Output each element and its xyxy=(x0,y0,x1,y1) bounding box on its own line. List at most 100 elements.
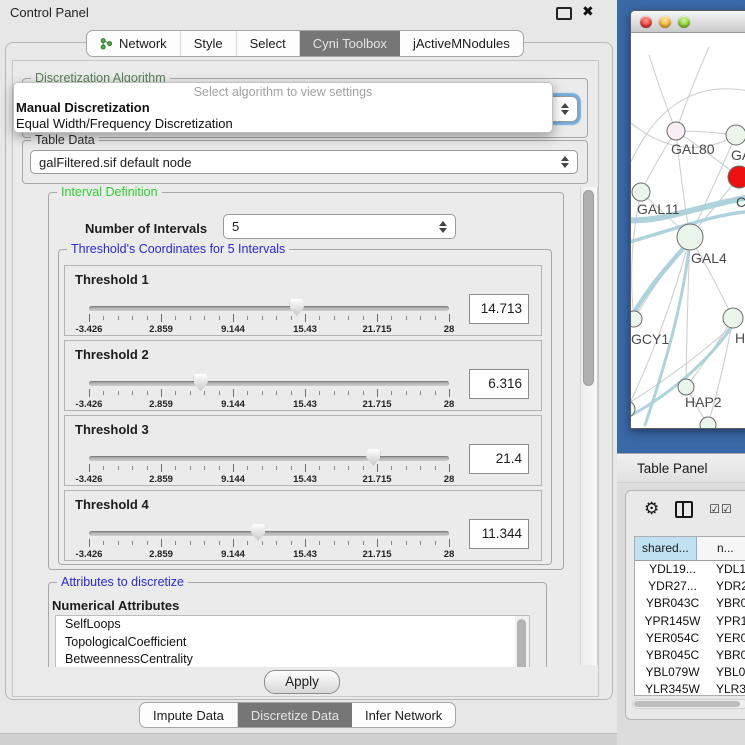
table-row[interactable]: YDL19...YDL1 xyxy=(635,561,745,578)
attributes-scrollbar[interactable] xyxy=(515,616,529,674)
split-columns-icon[interactable] xyxy=(675,501,693,518)
threshold-4-value-field[interactable]: 11.344 xyxy=(469,519,529,549)
tick-mark xyxy=(449,314,450,322)
slider-ticks xyxy=(89,389,449,398)
threshold-1-value-field[interactable]: 14.713 xyxy=(469,294,529,324)
network-window-titlebar[interactable] xyxy=(631,11,745,33)
tick-mark xyxy=(132,466,133,470)
network-node-c[interactable] xyxy=(728,166,745,188)
algorithm-dropdown-popup: Select algorithm to view settings Manual… xyxy=(13,82,553,133)
apply-button[interactable]: Apply xyxy=(264,670,340,694)
tab-label: Select xyxy=(250,36,286,51)
tick-mark xyxy=(348,391,349,395)
table-row[interactable]: YBR043CYBR0 xyxy=(635,595,745,612)
table-row[interactable]: YBR045CYBR0 xyxy=(635,647,745,664)
table-row[interactable]: YPR145WYPR1 xyxy=(635,613,745,630)
network-node-gcy1[interactable] xyxy=(631,311,642,327)
settings-scrollbar-thumb[interactable] xyxy=(583,190,594,386)
right-side: GAL80GACGAL11GAL4GCY1HHAP2 Table Panel ⚙… xyxy=(617,0,745,745)
tick-mark xyxy=(435,316,436,320)
threshold-4-box: Threshold 4-3.4262.8599.14415.4321.71528… xyxy=(64,490,542,561)
slider-track[interactable] xyxy=(89,381,449,386)
network-canvas[interactable]: GAL80GACGAL11GAL4GCY1HHAP2 xyxy=(631,33,745,428)
cell-shared-name: YER054C xyxy=(635,630,710,647)
network-node-ga[interactable] xyxy=(726,125,745,145)
network-node-gal4[interactable] xyxy=(677,224,703,250)
numerical-attributes-list[interactable]: SelfLoopsTopologicalCoefficientBetweenne… xyxy=(55,615,530,675)
tab-cyni-toolbox[interactable]: Cyni Toolbox xyxy=(300,31,400,56)
algorithm-item-manual-discretization[interactable]: Manual Discretization xyxy=(14,100,552,116)
tick-mark xyxy=(190,316,191,320)
cell-name: YDR2 xyxy=(710,578,745,595)
tab-select[interactable]: Select xyxy=(237,31,300,56)
threshold-2-slider[interactable]: -3.4262.8599.14415.4321.71528 xyxy=(89,374,449,412)
network-node[interactable] xyxy=(700,417,716,428)
slider-track[interactable] xyxy=(89,456,449,461)
threshold-4-slider[interactable]: -3.4262.8599.14415.4321.71528 xyxy=(89,524,449,562)
node-table[interactable]: shared... n... YDL19...YDL1YDR27...YDR2Y… xyxy=(634,536,745,696)
table-row[interactable]: YLR345WYLR3 xyxy=(635,681,745,696)
network-node-gal80[interactable] xyxy=(667,122,685,140)
tab-discretize-data[interactable]: Discretize Data xyxy=(238,703,352,727)
table-data-combobox[interactable]: galFiltered.sif default node xyxy=(30,150,578,174)
tick-mark xyxy=(233,389,234,397)
network-node-label: GAL4 xyxy=(691,250,727,266)
column-header-name[interactable]: n... xyxy=(697,537,745,560)
tab-impute-data[interactable]: Impute Data xyxy=(140,703,238,727)
zoom-window-icon[interactable] xyxy=(678,16,690,28)
table-horizontal-scrollbar[interactable] xyxy=(632,699,745,709)
app-root: Control Panel ✖ NetworkStyleSelectCyni T… xyxy=(0,0,745,745)
select-columns-icon[interactable]: ☑☑ xyxy=(709,502,733,516)
tick-mark xyxy=(319,391,320,395)
tick-mark xyxy=(103,466,104,470)
table-data-selected-value: galFiltered.sif default node xyxy=(39,155,191,170)
slider-tick-labels: -3.4262.8599.14415.4321.71528 xyxy=(89,324,449,336)
slider-track[interactable] xyxy=(89,306,449,311)
tab-infer-network[interactable]: Infer Network xyxy=(352,703,455,727)
network-node-gal11[interactable] xyxy=(632,183,650,201)
attribute-item-topologicalcoefficient[interactable]: TopologicalCoefficient xyxy=(56,634,529,652)
tab-style[interactable]: Style xyxy=(181,31,237,56)
tab-jactivemnodules[interactable]: jActiveMNodules xyxy=(400,31,523,56)
threshold-label: Threshold 1 xyxy=(75,272,149,287)
settings-scrollbar[interactable] xyxy=(580,187,598,665)
tick-label: 9.144 xyxy=(221,549,245,560)
close-panel-icon[interactable]: ✖ xyxy=(582,3,594,20)
tick-mark xyxy=(363,466,364,470)
tick-mark xyxy=(420,541,421,545)
tick-label: 28 xyxy=(444,549,455,560)
tick-mark xyxy=(233,539,234,547)
float-window-icon[interactable] xyxy=(556,7,572,20)
threshold-3-slider[interactable]: -3.4262.8599.14415.4321.71528 xyxy=(89,449,449,487)
algorithm-popup-items: Manual DiscretizationEqual Width/Frequen… xyxy=(14,100,552,131)
algorithm-placeholder-item[interactable]: Select algorithm to view settings xyxy=(14,85,552,100)
slider-track[interactable] xyxy=(89,531,449,536)
number-of-intervals-combobox[interactable]: 5 xyxy=(223,214,456,239)
table-row[interactable]: YDR27...YDR2 xyxy=(635,578,745,595)
table-row[interactable]: YBL079WYBL0 xyxy=(635,664,745,681)
tick-mark xyxy=(391,391,392,395)
close-window-icon[interactable] xyxy=(640,16,652,28)
tick-mark xyxy=(118,316,119,320)
tick-mark xyxy=(219,391,220,395)
cell-name: YBL0 xyxy=(710,664,745,681)
threshold-3-value-field[interactable]: 21.4 xyxy=(469,444,529,474)
cell-shared-name: YLR345W xyxy=(635,681,710,696)
tick-mark xyxy=(449,539,450,547)
threshold-2-value-field[interactable]: 6.316 xyxy=(469,369,529,399)
tick-mark xyxy=(147,316,148,320)
number-of-intervals-value: 5 xyxy=(232,219,239,234)
tab-network[interactable]: Network xyxy=(87,31,181,56)
network-node-hap2[interactable] xyxy=(678,379,694,395)
threshold-1-slider[interactable]: -3.4262.8599.14415.4321.71528 xyxy=(89,299,449,337)
column-header-shared-name[interactable]: shared... xyxy=(635,537,697,560)
minimize-window-icon[interactable] xyxy=(659,16,671,28)
algorithm-item-equal-width-frequency-discretization[interactable]: Equal Width/Frequency Discretization xyxy=(14,116,552,132)
tick-mark xyxy=(204,541,205,545)
attribute-item-betweennesscentrality[interactable]: BetweennessCentrality xyxy=(56,651,529,669)
network-node-h[interactable] xyxy=(723,308,743,328)
network-view-window[interactable]: GAL80GACGAL11GAL4GCY1HHAP2 xyxy=(630,10,745,429)
attribute-item-selfloops[interactable]: SelfLoops xyxy=(56,616,529,634)
gear-icon[interactable]: ⚙ xyxy=(644,499,659,519)
table-row[interactable]: YER054CYER0 xyxy=(635,630,745,647)
